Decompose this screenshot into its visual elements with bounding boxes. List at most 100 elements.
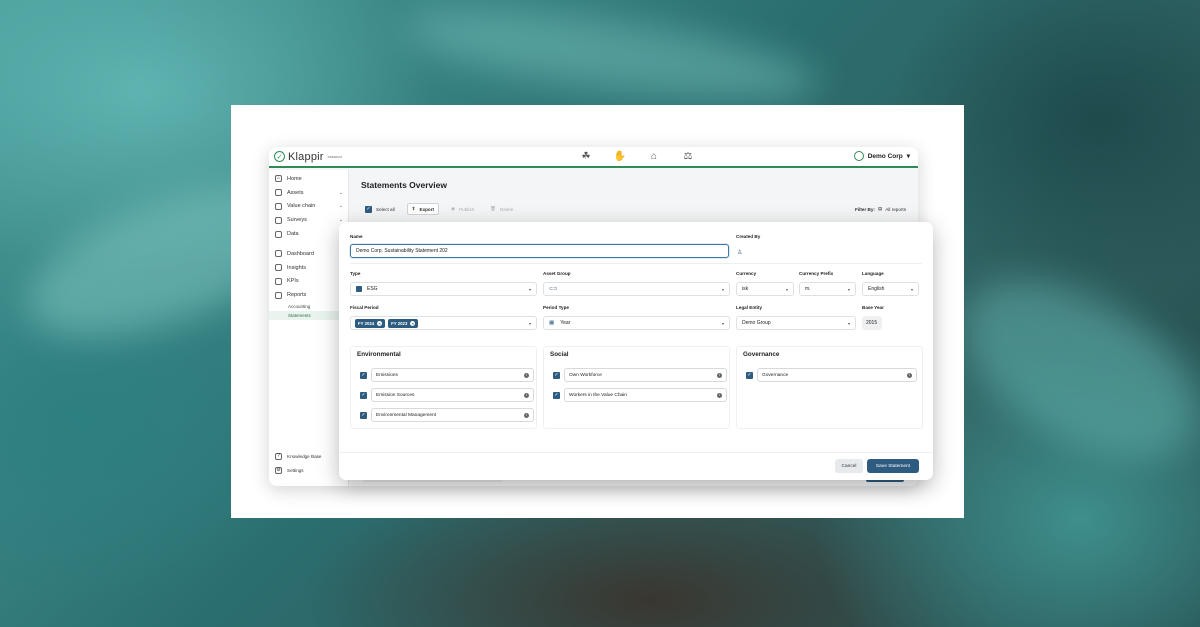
chevron-down-icon: ▾ <box>721 286 724 292</box>
section-title: Governance <box>743 351 780 358</box>
klappir-logo-icon: ✓ <box>274 151 285 162</box>
select-all-checkbox[interactable]: ✓ Select all <box>361 204 399 215</box>
checkbox-icon[interactable]: ✓ <box>553 371 560 379</box>
close-icon[interactable]: × <box>377 320 383 326</box>
hands-icon[interactable]: ✋ <box>613 151 627 163</box>
legal-entity-label: Legal Entity <box>736 305 763 310</box>
topic-field[interactable]: Governance i <box>757 368 917 382</box>
chevron-down-icon: ▾ <box>528 320 531 326</box>
language-label: Language <box>862 271 884 276</box>
info-icon[interactable]: i <box>717 372 722 378</box>
topic-row[interactable]: ✓ Own Workforce i <box>553 368 728 382</box>
checkbox-icon[interactable]: ✓ <box>360 391 367 399</box>
sidebar-subitem-statements[interactable]: Statements <box>269 311 348 321</box>
sidebar-item-insights[interactable]: Insights <box>269 261 348 275</box>
base-year-field: 2015 <box>862 316 882 330</box>
language-select[interactable]: English ▾ <box>862 282 919 296</box>
delete-button[interactable]: 🗑 Delete <box>486 204 517 214</box>
divider <box>350 263 922 264</box>
new-statement-modal: Name Demo Corp. Sustainability Statement… <box>339 222 933 480</box>
top-icon-group: ☘ ✋ ⌂ ⚖ <box>579 151 695 163</box>
sidebar-item-settings[interactable]: ⚙ Settings <box>269 463 348 477</box>
topic-label: Emissions <box>376 372 398 378</box>
sidebar-item-knowledge-base[interactable]: ? Knowledge Base <box>269 449 348 463</box>
topic-row[interactable]: ✓ Environmental Management i <box>360 408 535 422</box>
sidebar-item-reports[interactable]: Reports⌃ <box>269 288 348 302</box>
currency-select[interactable]: isk ▾ <box>736 282 794 296</box>
info-icon[interactable]: i <box>524 372 529 378</box>
type-label: Type <box>350 271 361 276</box>
chevron-down-icon: ▾ <box>847 286 850 292</box>
sidebar-item-label: Settings <box>287 467 304 473</box>
logo-text: Klappir <box>288 150 324 163</box>
logo-tier: PREMIUM <box>327 154 342 159</box>
info-icon[interactable]: i <box>524 412 529 418</box>
asset-group-icon: ⊂⊃ <box>549 286 558 292</box>
filter-by[interactable]: Filter By: ▤ All reports <box>855 206 906 212</box>
checkbox-icon[interactable]: ✓ <box>746 371 753 379</box>
sidebar-item-label: Knowledge Base <box>287 453 322 459</box>
export-button[interactable]: ⇪ Export <box>406 203 440 215</box>
name-label: Name <box>350 234 363 239</box>
sidebar-item-home[interactable]: ⌂ Home <box>269 172 348 186</box>
info-icon[interactable]: i <box>907 372 912 378</box>
topic-row[interactable]: ✓ Emission Sources i <box>360 388 535 402</box>
help-icon: ? <box>275 452 282 460</box>
checkbox-icon[interactable]: ✓ <box>360 411 367 419</box>
sidebar-item-data[interactable]: Data <box>269 227 348 241</box>
hand-leaf-icon[interactable]: ☘ <box>579 151 593 163</box>
checkbox-icon[interactable]: ✓ <box>360 371 367 379</box>
sidebar-item-assets[interactable]: Assets ⌄ <box>269 186 348 200</box>
org-logo-icon <box>853 151 864 161</box>
info-icon[interactable]: i <box>524 392 529 398</box>
section-social: Social ✓ Own Workforce i ✓ Workers in the… <box>543 346 730 429</box>
publish-button[interactable]: ◉ Publish <box>447 204 478 214</box>
sidebar-item-dashboard[interactable]: Dashboard <box>269 247 348 261</box>
sidebar-item-value-chain[interactable]: Value chain ⌄ <box>269 200 348 214</box>
topic-row[interactable]: ✓ Emissions i <box>360 368 535 382</box>
asset-group-select[interactable]: ⊂⊃ ▾ <box>543 282 730 296</box>
name-input[interactable]: Demo Corp. Sustainability Statement 202 <box>350 244 729 258</box>
type-value: ESG <box>367 286 378 292</box>
fiscal-period-select[interactable]: FY 2024 × FY 2023 × ▾ <box>350 316 537 330</box>
type-select[interactable]: ESG ▾ <box>350 282 537 296</box>
fiscal-period-tag[interactable]: FY 2023 × <box>388 318 419 328</box>
topic-row[interactable]: ✓ Workers in the Value Chain i <box>553 388 728 402</box>
user-icon: ♙ <box>737 250 743 256</box>
cancel-button[interactable]: Cancel <box>835 459 863 473</box>
topic-field[interactable]: Environmental Management i <box>371 408 534 422</box>
checkbox-icon[interactable]: ✓ <box>553 391 560 399</box>
close-icon[interactable]: × <box>410 320 416 326</box>
period-type-select[interactable]: ▦ Year ▾ <box>543 316 730 330</box>
sidebar-item-label: Data <box>287 231 299 238</box>
topic-row[interactable]: ✓ Governance i <box>746 368 921 382</box>
publish-label: Publish <box>459 206 475 212</box>
topic-field[interactable]: Own Workforce i <box>564 368 727 382</box>
kpis-icon <box>275 277 282 285</box>
save-statement-button[interactable]: Save Statement <box>867 459 919 473</box>
chevron-down-icon: ▾ <box>847 320 850 326</box>
topic-label: Emission Sources <box>376 392 415 398</box>
legal-entity-value: Demo Group <box>742 320 771 326</box>
topic-field[interactable]: Emissions i <box>371 368 534 382</box>
sidebar-item-kpis[interactable]: KPIs <box>269 275 348 289</box>
esg-icon <box>356 286 362 292</box>
logo[interactable]: ✓ Klappir PREMIUM <box>274 151 342 163</box>
currency-prefix-select[interactable]: m. ▾ <box>799 282 856 296</box>
topic-field[interactable]: Workers in the Value Chain i <box>564 388 727 402</box>
reports-icon <box>275 291 282 299</box>
section-governance: Governance ✓ Governance i <box>736 346 923 429</box>
fiscal-period-tag[interactable]: FY 2024 × <box>355 318 386 328</box>
topic-field[interactable]: Emission Sources i <box>371 388 534 402</box>
factory-icon[interactable]: ⌂ <box>647 151 661 163</box>
sidebar-item-surveys[interactable]: Surveys ⌄ <box>269 213 348 227</box>
page-title: Statements Overview <box>361 180 447 190</box>
modal-footer: Cancel Save Statement <box>339 452 933 480</box>
scale-icon[interactable]: ⚖ <box>681 151 695 163</box>
topic-label: Own Workforce <box>569 372 602 378</box>
org-switcher[interactable]: Demo Corp ▾ <box>853 151 910 161</box>
filter-value: All reports <box>885 206 906 212</box>
sidebar-subitem-accounting[interactable]: Accounting <box>269 302 348 311</box>
info-icon[interactable]: i <box>717 392 722 398</box>
legal-entity-select[interactable]: Demo Group ▾ <box>736 316 856 330</box>
